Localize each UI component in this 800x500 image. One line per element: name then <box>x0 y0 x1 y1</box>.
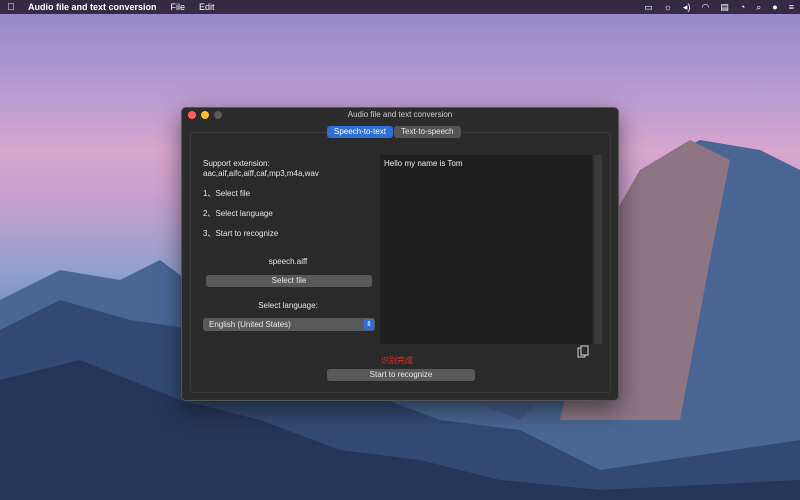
brightness-icon[interactable]: ☼ <box>664 2 672 12</box>
list-icon[interactable]: ≡ <box>789 2 794 12</box>
zoom-button[interactable] <box>214 111 222 119</box>
apple-icon[interactable]:  <box>0 2 22 13</box>
selected-file-name: speech.aiff <box>268 257 308 266</box>
instructions-column: Support extension: aac,aif,aifc,aiff,caf… <box>203 159 375 331</box>
wifi-icon[interactable]: ◠ <box>701 2 709 13</box>
menubar-app-name[interactable]: Audio file and text conversion <box>28 2 157 12</box>
status-menu-area: ▭ ☼ ◂) ◠ ▤ ◔ ⌕ ● ≡ <box>633 0 794 14</box>
step-2: 2、Select language <box>203 209 273 218</box>
minimize-button[interactable] <box>201 111 209 119</box>
tab-speech-to-text[interactable]: Speech-to-text <box>327 126 394 138</box>
chevron-updown-icon: ⇕ <box>364 319 374 330</box>
main-window: Audio file and text conversion Support e… <box>181 107 619 401</box>
menu-file[interactable]: File <box>171 2 186 12</box>
transcript-text-area[interactable]: Hello my name is Tom <box>380 155 592 344</box>
traffic-lights <box>188 111 227 119</box>
step-1: 1、Select file <box>203 189 251 198</box>
language-select-value: English (United States) <box>209 320 291 329</box>
window-titlebar[interactable]: Audio file and text conversion <box>182 108 618 122</box>
window-title: Audio file and text conversion <box>347 110 453 119</box>
tab-content-panel: Support extension: aac,aif,aifc,aiff,caf… <box>190 132 611 393</box>
support-heading: Support extension: <box>203 159 270 168</box>
menu-edit[interactable]: Edit <box>199 2 215 12</box>
support-extension-label: Support extension: aac,aif,aifc,aiff,caf… <box>203 159 373 179</box>
support-extensions: aac,aif,aifc,aiff,caf,mp3,m4a,wav <box>203 169 319 178</box>
transcript-scrollbar[interactable] <box>594 155 602 344</box>
step-3: 3、Start to recognize <box>203 229 279 238</box>
close-button[interactable] <box>188 111 196 119</box>
copy-icon[interactable] <box>577 345 589 359</box>
user-icon[interactable]: ● <box>772 2 777 12</box>
select-file-button[interactable]: Select file <box>206 275 372 287</box>
search-icon[interactable]: ⌕ <box>756 2 761 13</box>
menu-bar:  Audio file and text conversion File Ed… <box>0 0 800 14</box>
recognition-status: 识别完成 <box>381 356 413 365</box>
tab-text-to-speech[interactable]: Text-to-speech <box>394 126 461 138</box>
tab-bar: Speech-to-text Text-to-speech <box>327 126 462 138</box>
select-language-label: Select language: <box>258 301 318 310</box>
start-recognize-button[interactable]: Start to recognize <box>327 369 475 381</box>
clock-icon[interactable]: ◔ <box>740 2 745 12</box>
volume-icon[interactable]: ◂) <box>683 2 691 13</box>
language-select[interactable]: English (United States) ⇕ <box>203 318 375 331</box>
display-icon[interactable]: ▭ <box>644 2 653 13</box>
flag-icon[interactable]: ▤ <box>720 2 729 13</box>
